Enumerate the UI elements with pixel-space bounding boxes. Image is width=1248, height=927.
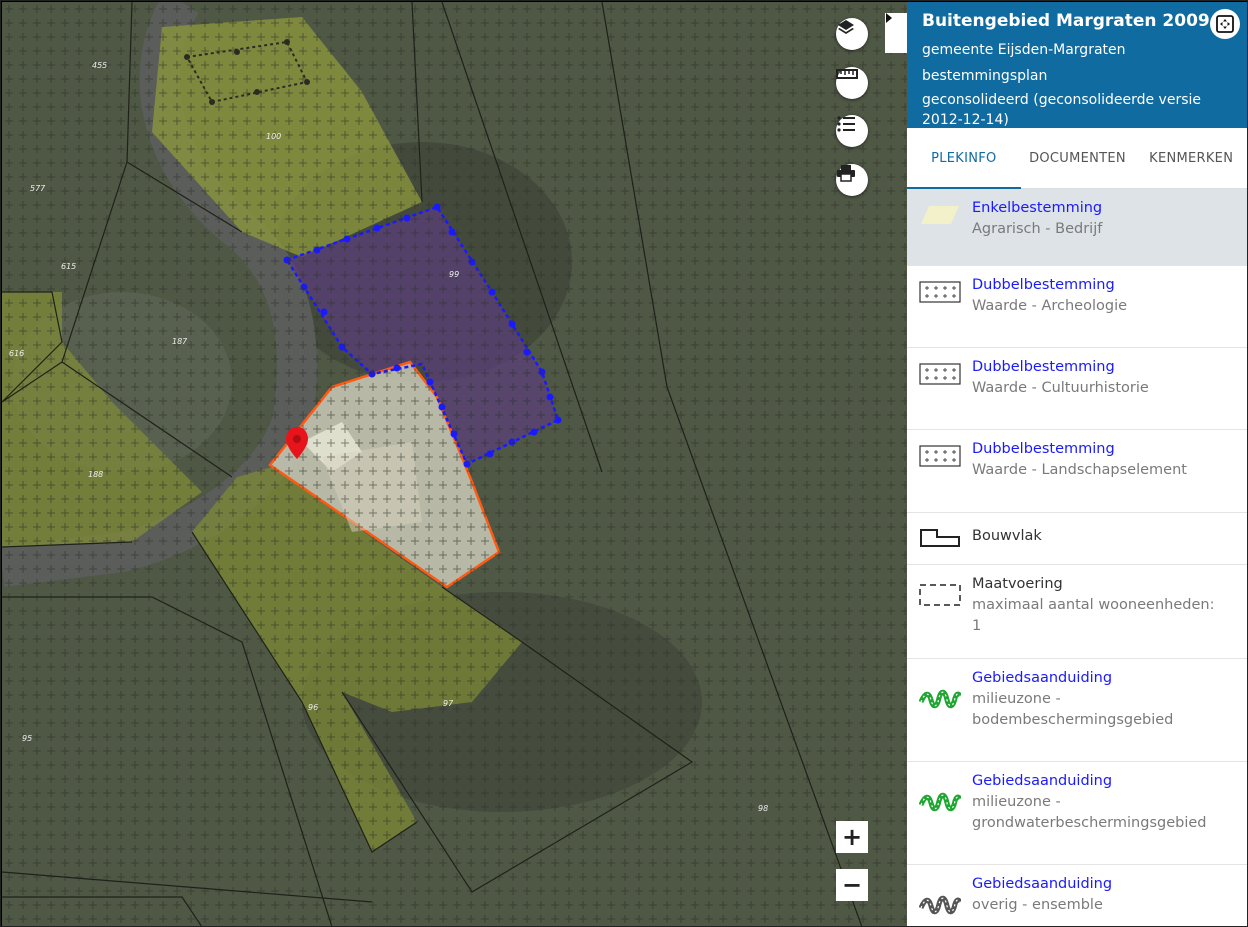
caret-right-icon: [886, 13, 892, 23]
zoom-out-button[interactable]: −: [836, 869, 868, 901]
legend-title: Gebiedsaanduiding: [972, 670, 1113, 686]
legend-title: Dubbelbestemming: [972, 441, 1115, 457]
collapse-panel-button[interactable]: [885, 13, 907, 53]
parcel-number: 98: [758, 804, 768, 813]
cross-hatch-icon: [919, 363, 961, 385]
legend-subtitle: milieuzone - grondwaterbeschermingsgebie…: [972, 794, 1207, 831]
tab-documenten[interactable]: DOCUMENTEN: [1021, 128, 1135, 188]
app-frame: 455 100 577 615 187 616 188 99 96 97 95 …: [0, 0, 1248, 927]
plan-type: bestemmingsplan: [922, 68, 1048, 84]
legend-item[interactable]: Dubbelbestemming Waarde - Cultuurhistori…: [907, 348, 1247, 430]
ruler-icon: [836, 69, 858, 79]
dashed-box-icon: [919, 584, 961, 606]
legend-item[interactable]: Gebiedsaanduiding overig - ensemble: [907, 865, 1247, 926]
legend-item[interactable]: Enkelbestemming Agrarisch - Bedrijf: [907, 189, 1247, 266]
legend-button[interactable]: [836, 115, 868, 147]
legend-item[interactable]: Bouwvlak: [907, 513, 1247, 565]
legend-subtitle: Waarde - Cultuurhistorie: [972, 380, 1149, 396]
legend-item[interactable]: Gebiedsaanduiding milieuzone - grondwate…: [907, 762, 1247, 865]
plan-header: Buitengebied Margraten 2009 gemeente Eij…: [907, 2, 1247, 128]
parcel-number: 99: [449, 270, 459, 279]
plan-title: Buitengebied Margraten 2009: [922, 11, 1210, 31]
parcel-number: 188: [88, 470, 103, 479]
green-zigzag-icon: [919, 792, 961, 812]
tab-kenmerken[interactable]: KENMERKEN: [1134, 128, 1247, 188]
legend-title: Dubbelbestemming: [972, 359, 1115, 375]
legend-item[interactable]: Dubbelbestemming Waarde - Landschapselem…: [907, 430, 1247, 513]
legend-list: Enkelbestemming Agrarisch - Bedrijf Dubb…: [907, 189, 1247, 926]
legend-subtitle: overig - ensemble: [972, 897, 1103, 913]
parcel-number: 96: [308, 703, 318, 712]
legend-title: Bouwvlak: [972, 528, 1042, 544]
map-viewer[interactable]: 455 100 577 615 187 616 188 99 96 97 95 …: [2, 2, 907, 927]
print-button[interactable]: [836, 164, 868, 196]
map-canvas[interactable]: 455 100 577 615 187 616 188 99 96 97 95 …: [2, 2, 907, 927]
legend-subtitle: Agrarisch - Bedrijf: [972, 221, 1103, 237]
list-icon: [837, 116, 855, 132]
green-zigzag-icon: [919, 689, 961, 709]
legend-subtitle: Waarde - Archeologie: [972, 298, 1128, 314]
zoom-in-button[interactable]: +: [836, 821, 868, 853]
plan-municipality: gemeente Eijsden-Margraten: [922, 42, 1126, 58]
parcel-number: 577: [30, 184, 46, 193]
layers-icon: [838, 20, 854, 34]
plan-status: geconsolideerd (geconsolideerde versie 2…: [922, 92, 1201, 128]
info-panel: Buitengebied Margraten 2009 gemeente Eij…: [907, 2, 1247, 926]
legend-title: Enkelbestemming: [972, 200, 1103, 216]
fullscreen-button[interactable]: [1210, 9, 1240, 39]
grey-zigzag-icon: [919, 895, 961, 915]
tab-plekinfo[interactable]: PLEKINFO: [907, 128, 1021, 189]
printer-icon: [837, 165, 855, 182]
parcel-number: 95: [22, 734, 32, 743]
bouwvlak-outline-icon: [920, 529, 960, 547]
parcel-number: 100: [266, 132, 281, 141]
legend-subtitle: milieuzone - bodembeschermingsgebied: [972, 691, 1174, 728]
legend-subtitle: maximaal aantal wooneenheden: 1: [972, 597, 1215, 634]
legend-subtitle: Waarde - Landschapselement: [972, 462, 1187, 478]
layers-button[interactable]: [836, 18, 868, 50]
legend-title: Maatvoering: [972, 576, 1063, 592]
legend-title: Gebiedsaanduiding: [972, 773, 1113, 789]
panel-tabs: PLEKINFO DOCUMENTEN KENMERKEN: [907, 128, 1247, 189]
parcel-number: 97: [443, 699, 454, 708]
legend-title: Gebiedsaanduiding: [972, 876, 1113, 892]
legend-item[interactable]: Maatvoering maximaal aantal wooneenheden…: [907, 565, 1247, 659]
parcel-number: 616: [9, 349, 24, 358]
parcel-number: 187: [172, 337, 188, 346]
legend-item[interactable]: Gebiedsaanduiding milieuzone - bodembesc…: [907, 659, 1247, 762]
parcel-number: 615: [61, 262, 76, 271]
expand-icon: [1216, 15, 1234, 33]
agrarisch-swatch-icon: [921, 206, 959, 224]
cross-hatch-icon: [919, 281, 961, 303]
legend-title: Dubbelbestemming: [972, 277, 1115, 293]
cross-hatch-icon: [919, 445, 961, 467]
parcel-number: 455: [92, 61, 107, 70]
legend-item[interactable]: Dubbelbestemming Waarde - Archeologie: [907, 266, 1247, 348]
measure-button[interactable]: [836, 67, 868, 99]
